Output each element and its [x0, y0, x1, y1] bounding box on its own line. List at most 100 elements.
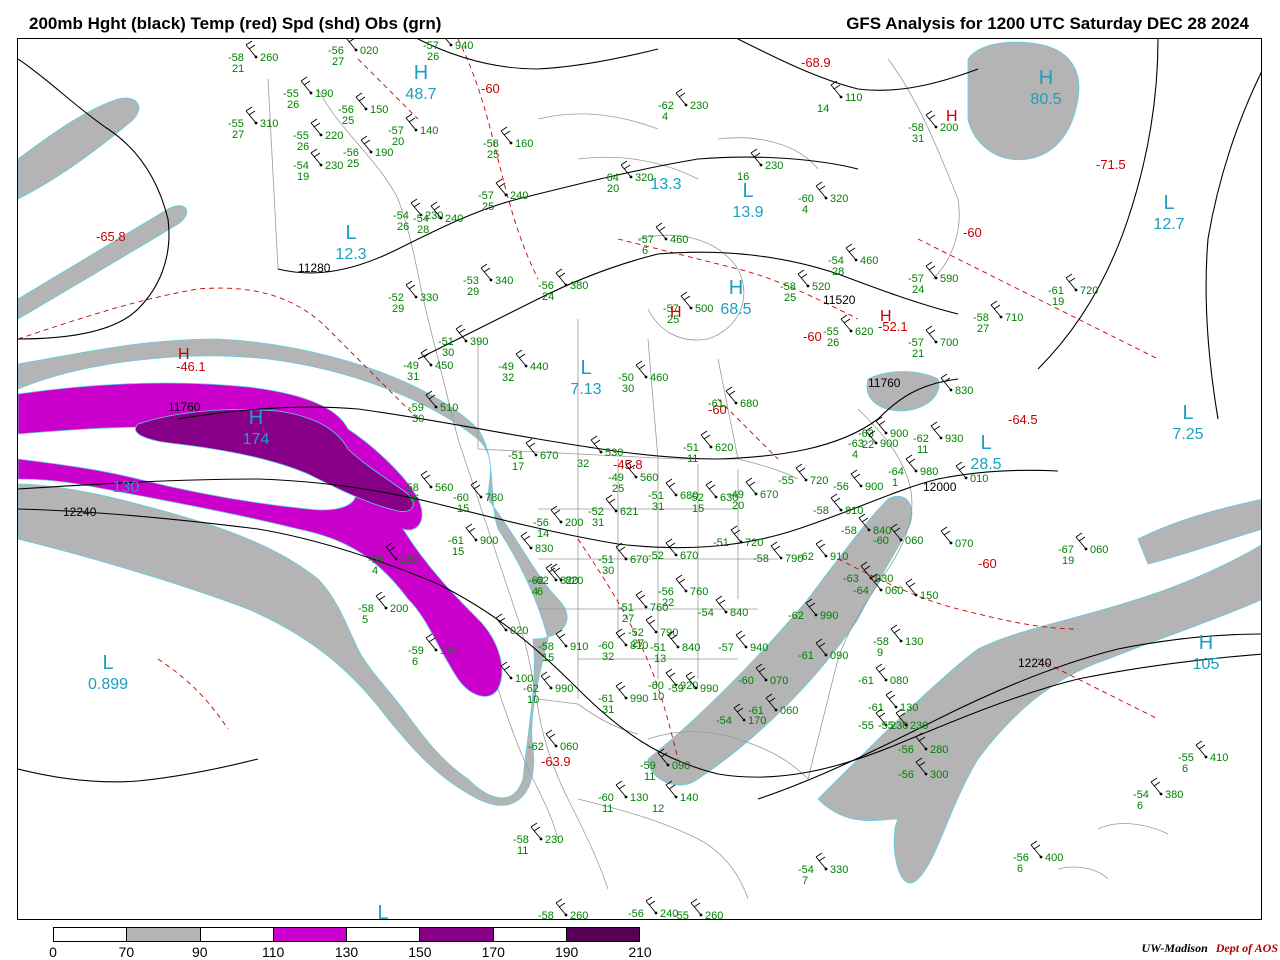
obs-height: 790: [660, 627, 678, 639]
obs-dewpoint-depression: 25: [482, 201, 494, 213]
station-observation: -56 15025: [338, 92, 388, 127]
obs-dewpoint-depression: 26: [297, 141, 309, 153]
obs-temperature: -58: [841, 525, 857, 537]
wind-barb: [300, 76, 312, 94]
temperature-label: -60: [803, 329, 822, 344]
wind-barb: [545, 729, 557, 747]
station-observation: -56 19025: [343, 135, 393, 170]
obs-dewpoint-depression: 20: [732, 500, 744, 512]
obs-dewpoint-depression: 30: [622, 383, 634, 395]
speed-center-value: 80.5: [1030, 91, 1061, 108]
legend-tick-label: 150: [408, 944, 432, 960]
height-contour-label: 12240: [1018, 656, 1052, 670]
station-observation: -58 16025: [483, 126, 533, 161]
station-observation: -54 840: [698, 595, 748, 619]
wind-barb: [925, 325, 937, 343]
obs-height: 020: [360, 45, 378, 57]
obs-dewpoint-depression: 32: [577, 458, 589, 470]
obs-temperature: -56: [898, 769, 914, 781]
obs-height: 180: [400, 554, 418, 566]
obs-height: 200: [940, 122, 958, 134]
wind-barb: [680, 291, 692, 309]
obs-temperature: -55: [878, 720, 894, 732]
wind-barb: [940, 526, 952, 544]
obs-height: 140: [420, 125, 438, 137]
wind-barb: [675, 88, 687, 106]
station-observation: -60 3204: [798, 181, 848, 216]
obs-height: 130: [905, 636, 923, 648]
obs-temperature: -54: [698, 607, 714, 619]
low-center-marker: L: [742, 180, 753, 202]
obs-height: 530: [605, 447, 623, 459]
obs-dewpoint-depression: 11: [517, 845, 528, 857]
obs-height: 900: [880, 438, 898, 450]
obs-dewpoint-depression: 6: [642, 245, 648, 257]
legend-tick-label: 170: [481, 944, 505, 960]
obs-height: 670: [680, 550, 698, 562]
temperature-label: -65.8: [96, 229, 126, 244]
speed-center-value: 13.3: [650, 176, 681, 193]
station-observation: -57 50025: [663, 291, 713, 326]
obs-height: 820: [565, 575, 583, 587]
obs-height: 900: [480, 535, 498, 547]
obs-height: 280: [930, 744, 948, 756]
height-contour-label: 11520: [823, 293, 856, 307]
obs-height: 670: [630, 554, 648, 566]
legend-tick-label: 70: [118, 944, 135, 960]
obs-dewpoint-depression: 24: [542, 291, 554, 303]
obs-height: 260: [705, 910, 723, 920]
height-contour-label: 11280: [298, 261, 331, 275]
low-center-marker: L: [102, 652, 113, 674]
wind-barb: [375, 591, 387, 609]
wind-barb: [925, 261, 937, 279]
wind-barb: [500, 661, 512, 679]
weather-map: 11280 11520 11760 11760 12000 12240 12240 L 12.3…: [17, 38, 1262, 920]
obs-dewpoint-depression: 31: [592, 517, 604, 529]
obs-dewpoint-depression: 1: [892, 477, 898, 489]
obs-height: 900: [865, 481, 883, 493]
obs-height: 500: [695, 303, 713, 315]
station-observation: -62 2304: [658, 88, 708, 123]
temperature-label: -64.5: [1008, 412, 1038, 427]
obs-temperature: -61: [868, 702, 884, 714]
obs-height: 060: [1090, 544, 1108, 556]
obs-height: 140: [680, 792, 698, 804]
wind-barb: [495, 178, 507, 196]
obs-height: 450: [435, 360, 453, 372]
station-observation: -55 62026: [823, 314, 873, 349]
height-contour-label: 12000: [923, 480, 957, 494]
wind-barb: [405, 113, 417, 131]
temperature-label: -63.9: [541, 754, 571, 769]
obs-height: 190: [440, 645, 458, 657]
low-center-marker: L: [345, 222, 356, 244]
legend-swatch: [273, 928, 347, 941]
speed-center-value: 12.7: [1153, 216, 1184, 233]
obs-height: 130: [900, 702, 918, 714]
wind-barb: [645, 615, 657, 633]
station-observation: -52 62131: [588, 494, 638, 529]
station-observation: -56 02027: [328, 39, 378, 68]
height-contour-label: 11760: [868, 376, 901, 390]
obs-dewpoint-depression: 26: [427, 51, 439, 63]
obs-height: 320: [830, 193, 848, 205]
obs-dewpoint-depression: 4: [802, 204, 808, 216]
obs-height: 760: [690, 586, 708, 598]
obs-height: 070: [770, 675, 788, 687]
wind-barb: [735, 630, 747, 648]
high-center-marker: H: [249, 407, 263, 429]
station-observation: -51 67030: [598, 542, 648, 577]
station-observation: -60 13011: [598, 780, 648, 815]
high-center-marker: H: [1039, 67, 1053, 89]
wind-barb: [930, 421, 942, 439]
obs-height: 590: [940, 273, 958, 285]
wind-barb: [665, 478, 677, 496]
obs-dewpoint-depression: 15: [542, 652, 554, 664]
obs-temperature: -56: [833, 481, 849, 493]
wind-barb: [875, 663, 887, 681]
station-observation: 110 14: [817, 80, 863, 115]
station-observation: 150: [905, 578, 938, 602]
wind-barb: [530, 822, 542, 840]
legend-swatch: [493, 928, 567, 941]
wind-barb: [925, 110, 937, 128]
station-observation: -58 260: [538, 898, 588, 919]
